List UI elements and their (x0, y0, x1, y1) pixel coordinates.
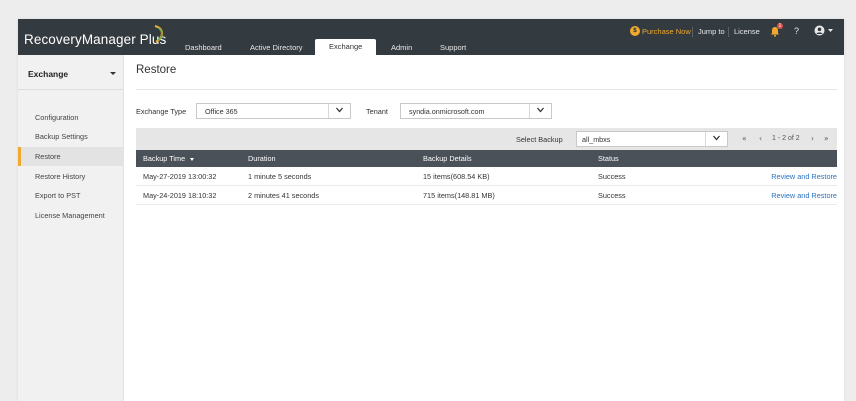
column-header-label: Duration (248, 154, 276, 163)
tab-exchange[interactable]: Exchange (315, 39, 377, 55)
cell-status: Success (591, 167, 726, 186)
sidebar-item-label: Restore (35, 152, 61, 161)
notifications-button[interactable]: 1 (770, 23, 783, 37)
page-title: Restore (136, 64, 177, 76)
chevron-down-icon (713, 135, 720, 141)
sidebar-item-configuration[interactable]: Configuration (18, 108, 123, 127)
column-header-status: Status (591, 150, 726, 167)
exchange-type-select[interactable]: Office 365 (196, 103, 351, 119)
sidebar-item-restore[interactable]: Restore (18, 147, 123, 166)
coin-icon: $ (630, 26, 640, 36)
sidebar-item-license-management[interactable]: License Management (18, 206, 123, 225)
sidebar: Exchange Configuration Backup Settings R… (18, 55, 124, 401)
logo-swoosh-icon (154, 25, 163, 43)
user-menu-button[interactable] (814, 25, 836, 37)
cell-duration: 2 minutes 41 seconds (241, 185, 416, 205)
table-row: May-27-2019 13:00:32 1 minute 5 seconds … (136, 167, 837, 186)
sidebar-item-label: Backup Settings (35, 132, 88, 141)
column-header-duration: Duration (241, 150, 416, 167)
tab-admin[interactable]: Admin (391, 43, 412, 52)
page-range: 1 - 2 of 2 (772, 134, 800, 142)
column-header-label: Backup Details (423, 154, 472, 163)
cell-backup-time: May-27-2019 13:00:32 (136, 167, 241, 186)
backup-table: Backup Time Duration Backup Details Stat… (136, 150, 837, 205)
cell-duration: 1 minute 5 seconds (241, 167, 416, 186)
cell-backup-details: 715 items(148.81 MB) (416, 185, 591, 205)
sidebar-module-selector[interactable]: Exchange (18, 55, 123, 90)
chevron-down-icon (110, 72, 116, 75)
review-and-restore-link[interactable]: Review and Restore (771, 172, 837, 181)
tab-support[interactable]: Support (440, 43, 466, 52)
top-nav-bar: RecoveryManager Plus Dashboard Active Di… (18, 19, 844, 55)
tab-active-directory[interactable]: Active Directory (250, 43, 303, 52)
chevron-down-icon (336, 107, 343, 113)
select-backup-label: Select Backup (516, 135, 563, 144)
app-window: RecoveryManager Plus Dashboard Active Di… (18, 19, 844, 401)
help-button[interactable]: ? (794, 26, 799, 36)
backup-toolbar: Select Backup all_mbxs « ‹ 1 - 2 of 2 › … (136, 128, 837, 150)
select-backup-dropdown[interactable]: all_mbxs (576, 131, 728, 147)
dropdown-toggle (529, 104, 551, 118)
sort-caret-icon (190, 157, 195, 161)
notification-count-badge: 1 (777, 23, 783, 29)
dropdown-toggle (705, 132, 727, 146)
cell-backup-details: 15 items(608.54 KB) (416, 167, 591, 186)
tenant-label: Tenant (366, 107, 388, 116)
column-header-label: Backup Time (143, 154, 186, 163)
license-link[interactable]: License (734, 27, 760, 36)
divider (136, 89, 837, 90)
app-logo[interactable]: RecoveryManager Plus (24, 25, 167, 47)
last-page-button[interactable]: » (824, 134, 829, 143)
cell-status: Success (591, 185, 726, 205)
cell-backup-time: May-24-2019 18:10:32 (136, 185, 241, 205)
column-header-action (726, 150, 837, 167)
review-and-restore-link[interactable]: Review and Restore (771, 191, 837, 200)
main-content: Restore Exchange Type Office 365 Tenant … (124, 55, 844, 401)
column-header-label: Status (598, 154, 619, 163)
purchase-now-link[interactable]: Purchase Now (642, 27, 691, 36)
sidebar-item-label: License Management (35, 211, 105, 220)
sidebar-item-label: Configuration (35, 113, 79, 122)
divider (728, 27, 729, 37)
first-page-button[interactable]: « (742, 134, 747, 143)
sidebar-item-label: Export to PST (35, 191, 81, 200)
jump-to-link[interactable]: Jump to (698, 27, 725, 36)
tenant-select[interactable]: syndia.onmicrosoft.com (400, 103, 552, 119)
next-page-button[interactable]: › (811, 134, 814, 143)
table-row: May-24-2019 18:10:32 2 minutes 41 second… (136, 185, 837, 205)
sidebar-item-label: Restore History (35, 172, 86, 181)
sidebar-item-backup-settings[interactable]: Backup Settings (18, 127, 123, 146)
exchange-type-label: Exchange Type (136, 107, 187, 116)
divider (692, 27, 693, 37)
table-header-row: Backup Time Duration Backup Details Stat… (136, 150, 837, 167)
user-icon (814, 25, 825, 36)
tenant-value: syndia.onmicrosoft.com (409, 106, 485, 116)
chevron-down-icon (828, 29, 833, 32)
column-header-backup-details: Backup Details (416, 150, 591, 167)
select-backup-value: all_mbxs (582, 134, 611, 144)
sidebar-item-restore-history[interactable]: Restore History (18, 167, 123, 186)
previous-page-button[interactable]: ‹ (759, 134, 762, 143)
app-name: RecoveryManager Plus (24, 32, 167, 47)
dropdown-toggle (328, 104, 350, 118)
tab-dashboard[interactable]: Dashboard (185, 43, 222, 52)
chevron-down-icon (537, 107, 544, 113)
sidebar-item-export-to-pst[interactable]: Export to PST (18, 186, 123, 205)
exchange-type-value: Office 365 (205, 106, 238, 116)
sidebar-title: Exchange (28, 69, 69, 79)
column-header-backup-time[interactable]: Backup Time (136, 150, 241, 167)
